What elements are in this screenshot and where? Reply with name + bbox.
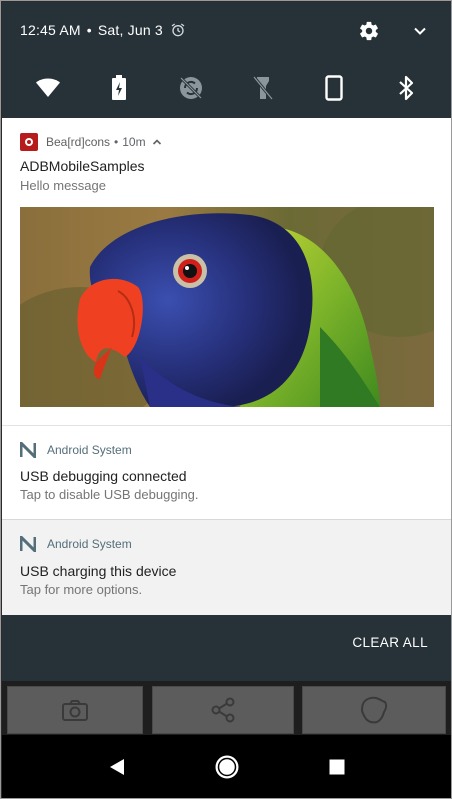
app-name: Bea[rd]cons — [46, 135, 111, 149]
android-system-icon — [20, 441, 38, 459]
notification-time: 10m — [122, 135, 146, 149]
app-name: Android System — [47, 443, 132, 457]
header-separator: • — [114, 135, 119, 149]
background-toolbar — [2, 681, 451, 735]
notification-usb-charging[interactable]: Android System USB charging this device … — [2, 519, 451, 615]
recents-button[interactable] — [317, 747, 357, 787]
android-system-icon — [20, 535, 38, 553]
home-circle-icon — [214, 754, 240, 780]
clear-all-button[interactable]: CLEAR ALL — [352, 635, 428, 650]
back-button[interactable] — [97, 747, 137, 787]
recents-square-icon — [328, 758, 346, 776]
notification-text: Hello message — [20, 178, 106, 193]
camera-button[interactable] — [7, 686, 143, 734]
clock: 12:45 AM — [20, 22, 81, 38]
sync-disabled-icon[interactable] — [173, 70, 209, 106]
parrot-photo — [20, 207, 434, 407]
collapse-chevron-icon[interactable] — [410, 21, 430, 41]
notification-title: ADBMobileSamples — [20, 158, 145, 174]
quick-settings-tiles — [2, 68, 451, 108]
battery-saver-icon[interactable] — [101, 70, 137, 106]
back-triangle-icon — [108, 757, 126, 777]
screen: 12:45 AM • Sat, Jun 3 Bea[rd]cons • 10m … — [0, 0, 452, 799]
navigation-bar — [2, 735, 451, 798]
home-button[interactable] — [207, 747, 247, 787]
notification-text: Tap for more options. — [20, 582, 143, 597]
app-name: Android System — [47, 537, 132, 551]
share-icon — [209, 696, 237, 724]
notification-usb-debugging[interactable]: Android System USB debugging connected T… — [2, 425, 451, 519]
alarm-icon — [170, 22, 186, 38]
expand-chevron-up-icon[interactable] — [152, 137, 162, 147]
region-map-icon — [357, 694, 391, 726]
camera-icon — [61, 698, 89, 722]
notification-title: USB charging this device — [20, 563, 177, 579]
notification-text: Tap to disable USB debugging. — [20, 487, 199, 502]
share-button[interactable] — [152, 686, 294, 734]
portrait-rotation-icon[interactable] — [316, 70, 352, 106]
notification-header: Android System — [20, 441, 132, 459]
date: Sat, Jun 3 — [97, 22, 163, 38]
notification-title: USB debugging connected — [20, 468, 187, 484]
notification-footer: CLEAR ALL — [2, 615, 451, 681]
notification-beardcons[interactable]: Bea[rd]cons • 10m ADBMobileSamples Hello… — [2, 118, 451, 425]
status-row: 12:45 AM • Sat, Jun 3 — [20, 16, 186, 44]
settings-gear-icon[interactable] — [358, 20, 380, 42]
bluetooth-icon[interactable] — [388, 70, 424, 106]
notification-header: Bea[rd]cons • 10m — [20, 133, 162, 151]
notification-header: Android System — [20, 535, 132, 553]
beardcons-app-icon — [20, 133, 38, 151]
wifi-icon[interactable] — [30, 70, 66, 106]
map-button[interactable] — [302, 686, 446, 734]
flashlight-off-icon[interactable] — [245, 70, 281, 106]
quick-settings-panel: 12:45 AM • Sat, Jun 3 — [2, 2, 451, 118]
status-separator: • — [86, 22, 92, 38]
